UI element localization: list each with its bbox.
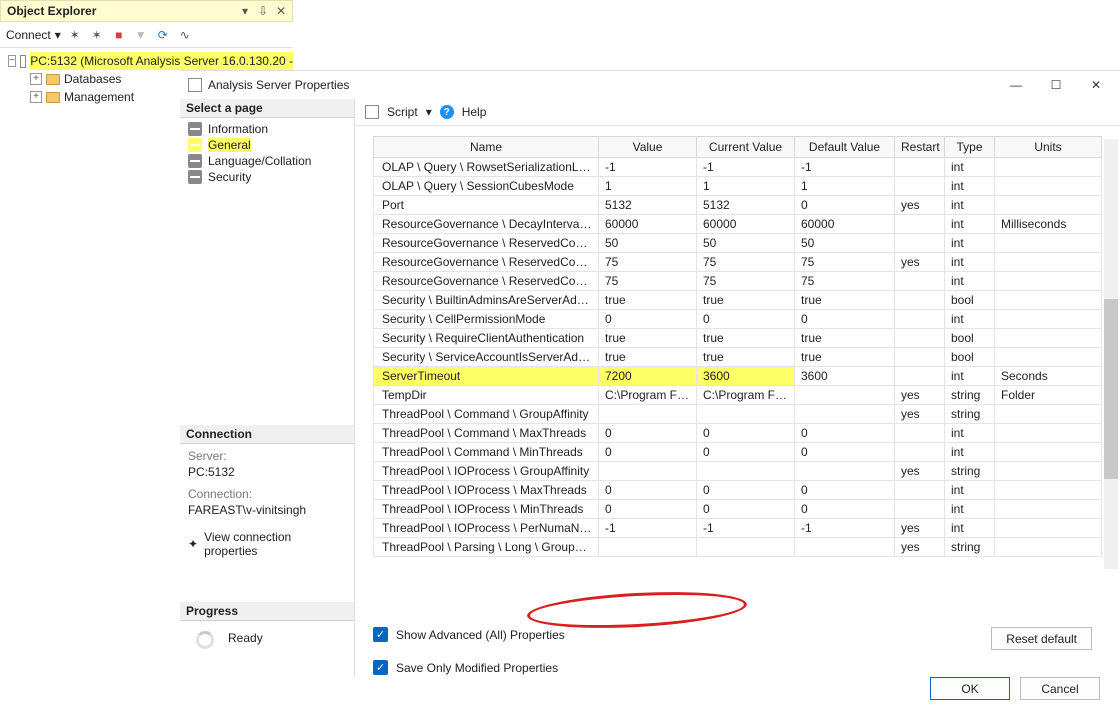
close-button[interactable]: ✕ bbox=[1076, 71, 1116, 99]
table-row[interactable]: Security \ BuiltinAdminsAreServerAdminst… bbox=[374, 291, 1102, 310]
table-row[interactable]: ThreadPool \ Command \ MinThreads000int bbox=[374, 443, 1102, 462]
page-item-security[interactable]: Security bbox=[180, 169, 354, 185]
wrench-icon bbox=[188, 170, 202, 184]
save-only-modified-label: Save Only Modified Properties bbox=[396, 661, 558, 675]
server-value: PC:5132 bbox=[188, 464, 346, 480]
page-label: Information bbox=[208, 122, 268, 136]
collapse-icon[interactable]: − bbox=[8, 55, 16, 67]
progress-header: Progress bbox=[180, 602, 354, 621]
wrench-icon bbox=[188, 154, 202, 168]
table-row[interactable]: ServerTimeout720036003600intSeconds bbox=[374, 367, 1102, 386]
column-header[interactable]: Restart bbox=[895, 137, 945, 158]
page-item-information[interactable]: Information bbox=[180, 121, 354, 137]
help-button[interactable]: Help bbox=[462, 105, 487, 119]
table-row[interactable]: Security \ CellPermissionMode000int bbox=[374, 310, 1102, 329]
expand-icon[interactable]: + bbox=[30, 73, 42, 85]
column-header[interactable]: Current Value bbox=[697, 137, 795, 158]
connect-icon[interactable]: ✶ bbox=[67, 27, 83, 43]
progress-status: Ready bbox=[228, 631, 263, 645]
refresh-icon[interactable]: ⟳ bbox=[155, 27, 171, 43]
table-row[interactable]: ThreadPool \ IOProcess \ MaxThreads000in… bbox=[374, 481, 1102, 500]
show-advanced-label: Show Advanced (All) Properties bbox=[396, 628, 565, 642]
object-explorer-titlebar: Object Explorer ▾ ⇩ ✕ bbox=[0, 0, 293, 22]
folder-icon bbox=[46, 74, 60, 85]
table-row[interactable]: ThreadPool \ Command \ MaxThreads000int bbox=[374, 424, 1102, 443]
script-icon bbox=[365, 105, 379, 119]
table-row[interactable]: ResourceGovernance \ DecayIntervalCPU...… bbox=[374, 215, 1102, 234]
tree-root-label: PC:5132 (Microsoft Analysis Server 16.0.… bbox=[30, 52, 293, 70]
page-item-language-collation[interactable]: Language/Collation bbox=[180, 153, 354, 169]
object-explorer-title: Object Explorer bbox=[7, 4, 96, 18]
script-dropdown-icon[interactable]: ▾ bbox=[426, 105, 432, 119]
connect-button[interactable]: Connect▾ bbox=[6, 28, 61, 42]
column-header[interactable]: Type bbox=[945, 137, 995, 158]
table-row[interactable]: ThreadPool \ IOProcess \ MinThreads000in… bbox=[374, 500, 1102, 519]
show-advanced-checkbox[interactable]: ✓ bbox=[373, 627, 388, 642]
table-row[interactable]: Security \ ServiceAccountIsServerAdmintr… bbox=[374, 348, 1102, 367]
tree-node-label: Management bbox=[64, 88, 134, 106]
pin-icon[interactable]: ⇩ bbox=[254, 2, 272, 20]
scrollbar-thumb[interactable] bbox=[1104, 299, 1118, 479]
expand-icon[interactable]: + bbox=[30, 91, 42, 103]
page-label: General bbox=[208, 138, 251, 152]
column-header[interactable]: Units bbox=[995, 137, 1102, 158]
table-row[interactable]: ResourceGovernance \ ReservedCompute...7… bbox=[374, 253, 1102, 272]
select-page-header: Select a page bbox=[180, 99, 354, 118]
column-header[interactable]: Default Value bbox=[795, 137, 895, 158]
table-row[interactable]: ResourceGovernance \ ReservedCompute...7… bbox=[374, 272, 1102, 291]
view-connection-properties[interactable]: ✦ View connection properties bbox=[180, 526, 354, 562]
table-row[interactable]: ThreadPool \ Parsing \ Long \ GroupAffin… bbox=[374, 538, 1102, 557]
maximize-button[interactable]: ☐ bbox=[1036, 71, 1076, 99]
tree-node-label: Databases bbox=[64, 70, 121, 88]
table-row[interactable]: OLAP \ Query \ RowsetSerializationLimit-… bbox=[374, 158, 1102, 177]
table-row[interactable]: ThreadPool \ IOProcess \ PerNumaNode-1-1… bbox=[374, 519, 1102, 538]
dropdown-icon[interactable]: ▾ bbox=[236, 2, 254, 20]
table-row[interactable]: ThreadPool \ IOProcess \ GroupAffinityye… bbox=[374, 462, 1102, 481]
page-item-general[interactable]: General bbox=[180, 137, 354, 153]
connection-props-icon: ✦ bbox=[188, 537, 198, 551]
object-explorer-toolbar: Connect▾ ✶ ✶ ■ ▼ ⟳ ∿ bbox=[0, 22, 293, 48]
wrench-icon bbox=[188, 122, 202, 136]
help-icon: ? bbox=[440, 105, 454, 119]
ok-button[interactable]: OK bbox=[930, 677, 1010, 700]
disconnect-icon[interactable]: ✶ bbox=[89, 27, 105, 43]
progress-spinner-icon bbox=[196, 631, 214, 649]
server-label: Server: bbox=[188, 448, 346, 464]
minimize-button[interactable]: — bbox=[996, 71, 1036, 99]
table-row[interactable]: TempDirC:\Program Files...C:\Program Fil… bbox=[374, 386, 1102, 405]
page-label: Language/Collation bbox=[208, 154, 311, 168]
reset-default-button[interactable]: Reset default bbox=[991, 627, 1092, 650]
tree-root-node[interactable]: − PC:5132 (Microsoft Analysis Server 16.… bbox=[4, 52, 293, 70]
script-button[interactable]: Script bbox=[387, 105, 418, 119]
folder-icon bbox=[46, 92, 60, 103]
stop-icon[interactable]: ■ bbox=[111, 27, 127, 43]
table-row[interactable]: Port513251320yesint bbox=[374, 196, 1102, 215]
server-icon bbox=[20, 55, 26, 68]
properties-grid[interactable]: NameValueCurrent ValueDefault ValueResta… bbox=[373, 136, 1102, 557]
page-label: Security bbox=[208, 170, 251, 184]
close-icon[interactable]: ✕ bbox=[272, 2, 290, 20]
column-header[interactable]: Value bbox=[599, 137, 697, 158]
cancel-button[interactable]: Cancel bbox=[1020, 677, 1100, 700]
connection-label: Connection: bbox=[188, 486, 346, 502]
activity-icon[interactable]: ∿ bbox=[177, 27, 193, 43]
column-header[interactable]: Name bbox=[374, 137, 599, 158]
table-row[interactable]: ThreadPool \ Command \ GroupAffinityyess… bbox=[374, 405, 1102, 424]
properties-dialog: Analysis Server Properties — ☐ ✕ Select … bbox=[180, 70, 1120, 708]
dialog-title: Analysis Server Properties bbox=[208, 78, 349, 92]
wrench-icon bbox=[188, 138, 202, 152]
connection-header: Connection bbox=[180, 425, 354, 444]
save-only-modified-checkbox[interactable]: ✓ bbox=[373, 660, 388, 675]
table-row[interactable]: OLAP \ Query \ SessionCubesMode111int bbox=[374, 177, 1102, 196]
page-list: Information General Language/Collation Secu… bbox=[180, 118, 354, 191]
table-row[interactable]: ResourceGovernance \ ReservedCompute...5… bbox=[374, 234, 1102, 253]
connection-value: FAREAST\v-vinitsingh bbox=[188, 502, 346, 518]
filter-icon[interactable]: ▼ bbox=[133, 27, 149, 43]
dialog-icon bbox=[188, 78, 202, 92]
table-row[interactable]: Security \ RequireClientAuthenticationtr… bbox=[374, 329, 1102, 348]
